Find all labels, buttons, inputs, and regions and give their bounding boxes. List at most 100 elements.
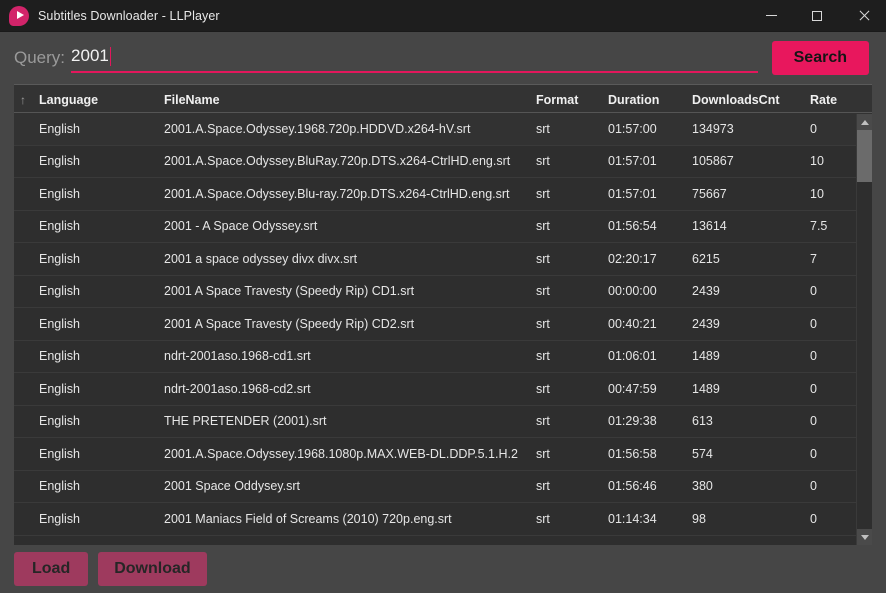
table-row[interactable]: English 2001.A.Space.Odyssey.1968.1080p.M… <box>14 438 872 471</box>
cell-format: srt <box>536 381 550 396</box>
window-title: Subtitles Downloader - LLPlayer <box>38 8 220 23</box>
cell-downloadscnt: 2439 <box>692 316 720 331</box>
load-button[interactable]: Load <box>14 552 89 586</box>
cell-filename: 2001 Space Oddysey.srt <box>164 479 300 494</box>
table-row[interactable]: English 2001 A Space Travesty (Speedy Rip… <box>14 275 872 308</box>
cell-duration: 01:57:00 <box>608 121 657 136</box>
cell-language: English <box>39 316 80 331</box>
table-row[interactable]: English 2001.A.Space.Odyssey.Blu-ray.720p… <box>14 178 872 211</box>
cell-filename: 2001 A Space Travesty (Speedy Rip) CD2.s… <box>164 316 415 331</box>
cell-filename: 2001.A.Space.Odyssey.BluRay.720p.DTS.x26… <box>164 154 511 169</box>
cell-language: English <box>39 414 80 429</box>
search-button[interactable]: Search <box>771 41 869 75</box>
cell-language: English <box>39 349 80 364</box>
search-input-value: 2001 <box>71 46 109 65</box>
table-row[interactable]: English THE PRETENDER (2001).srt srt 01:29:… <box>14 405 872 438</box>
cell-language: English <box>39 446 80 461</box>
table-scrollbar[interactable] <box>856 114 872 545</box>
results-table: ↑ Language FileName Format Duration Down… <box>14 84 872 545</box>
cell-filename: 2001.A.Space.Odyssey.1968.1080p.MAX.WEB-… <box>164 446 518 461</box>
cell-filename: 2001.A.Space.Odyssey.Blu-ray.720p.DTS.x2… <box>164 186 510 201</box>
cell-language: English <box>39 511 80 526</box>
play-bubble-icon <box>9 5 29 26</box>
cell-downloadscnt: 1489 <box>692 381 720 396</box>
close-icon[interactable] <box>840 0 886 32</box>
cell-downloadscnt: 2439 <box>692 284 720 299</box>
cell-duration: 01:57:01 <box>608 154 657 169</box>
query-label: Query: <box>14 47 66 67</box>
query-bar: Query: 2001 Search <box>0 32 886 84</box>
cell-format: srt <box>536 121 550 136</box>
cell-language: English <box>39 121 80 136</box>
table-row[interactable]: English 2001.A.Space.Odyssey.1968.720p.HD… <box>14 113 872 146</box>
cell-language: English <box>39 284 80 299</box>
cell-filename: 2001 Maniacs Field of Screams (2010) 720… <box>164 511 452 526</box>
cell-duration: 02:20:17 <box>608 251 657 266</box>
table-row[interactable]: English ndrt-2001aso.1968-cd2.srt srt 00:47… <box>14 373 872 406</box>
table-row[interactable]: English 2001.A.Space.Odyssey.BluRay.720p.… <box>14 145 872 178</box>
cell-format: srt <box>536 219 550 234</box>
cell-filename: 2001 A Space Travesty (Speedy Rip) CD1.s… <box>164 284 415 299</box>
cell-format: srt <box>536 251 550 266</box>
cell-downloadscnt: 98 <box>692 511 706 526</box>
window-controls <box>748 0 886 32</box>
minimize-icon[interactable] <box>748 0 794 32</box>
cell-filename: THE PRETENDER (2001).srt <box>164 414 327 429</box>
cell-format: srt <box>536 446 550 461</box>
table-row[interactable]: English 2001 - A Space Odyssey.srt srt 01:5… <box>14 210 872 243</box>
cell-duration: 01:56:58 <box>608 446 657 461</box>
title-bar: Subtitles Downloader - LLPlayer <box>0 0 886 32</box>
table-header-row: ↑ Language FileName Format Duration Down… <box>14 85 872 113</box>
cell-downloadscnt: 574 <box>692 446 713 461</box>
cell-filename: ndrt-2001aso.1968-cd1.srt <box>164 349 311 364</box>
scrollbar-thumb[interactable] <box>857 130 872 182</box>
column-header-filename[interactable]: FileName <box>162 93 536 107</box>
download-button[interactable]: Download <box>98 552 207 586</box>
cell-duration: 01:06:01 <box>608 349 657 364</box>
text-caret <box>109 46 112 66</box>
table-row[interactable]: English ndrt-2001aso.1968-cd1.srt srt 01:06… <box>14 340 872 373</box>
cell-filename: 2001 a space odyssey divx divx.srt <box>164 251 358 266</box>
cell-language: English <box>39 381 80 396</box>
cell-filename: ndrt-2001aso.1968-cd2.srt <box>164 381 311 396</box>
column-header-rate[interactable]: Rate <box>810 93 872 107</box>
cell-format: srt <box>536 479 550 494</box>
title-bar-left: Subtitles Downloader - LLPlayer <box>0 5 748 26</box>
search-input[interactable]: 2001 <box>71 43 758 73</box>
cell-duration: 01:56:54 <box>608 219 657 234</box>
cell-format: srt <box>536 414 550 429</box>
cell-format: srt <box>536 284 550 299</box>
cell-downloadscnt: 105867 <box>692 154 734 169</box>
cell-duration: 00:00:00 <box>608 284 657 299</box>
table-row[interactable]: English 2001 Maniacs Field of Screams (20… <box>14 503 872 536</box>
cell-language: English <box>39 186 80 201</box>
cell-format: srt <box>536 511 550 526</box>
table-row[interactable]: English 2001 A Space Travesty (Speedy Rip… <box>14 308 872 341</box>
cell-format: srt <box>536 316 550 331</box>
scroll-down-arrow-icon[interactable] <box>857 529 872 545</box>
table-row[interactable]: English 2001 Space Oddysey.srt srt 01:56:46… <box>14 470 872 503</box>
cell-downloadscnt: 13614 <box>692 219 727 234</box>
cell-duration: 01:56:46 <box>608 479 657 494</box>
cell-filename: 2001 - A Space Odyssey.srt <box>164 219 318 234</box>
cell-downloadscnt: 1489 <box>692 349 720 364</box>
column-header-duration[interactable]: Duration <box>608 93 692 107</box>
scroll-up-arrow-icon[interactable] <box>857 114 872 130</box>
cell-downloadscnt: 75667 <box>692 186 727 201</box>
subtitles-downloader-window: Subtitles Downloader - LLPlayer Query: 2… <box>0 0 886 593</box>
column-header-format[interactable]: Format <box>536 93 608 107</box>
sort-ascending-icon[interactable]: ↑ <box>14 93 32 107</box>
column-header-language[interactable]: Language <box>32 93 162 107</box>
cell-downloadscnt: 134973 <box>692 121 734 136</box>
cell-duration: 01:57:01 <box>608 186 657 201</box>
cell-duration: 01:14:34 <box>608 511 657 526</box>
cell-duration: 00:40:21 <box>608 316 657 331</box>
cell-downloadscnt: 613 <box>692 414 713 429</box>
cell-duration: 01:29:38 <box>608 414 657 429</box>
scrollbar-track[interactable] <box>857 130 872 529</box>
cell-format: srt <box>536 349 550 364</box>
cell-language: English <box>39 479 80 494</box>
maximize-icon[interactable] <box>794 0 840 32</box>
column-header-downloadscnt[interactable]: DownloadsCnt <box>692 93 810 107</box>
table-row[interactable]: English 2001 a space odyssey divx divx.sr… <box>14 243 872 276</box>
